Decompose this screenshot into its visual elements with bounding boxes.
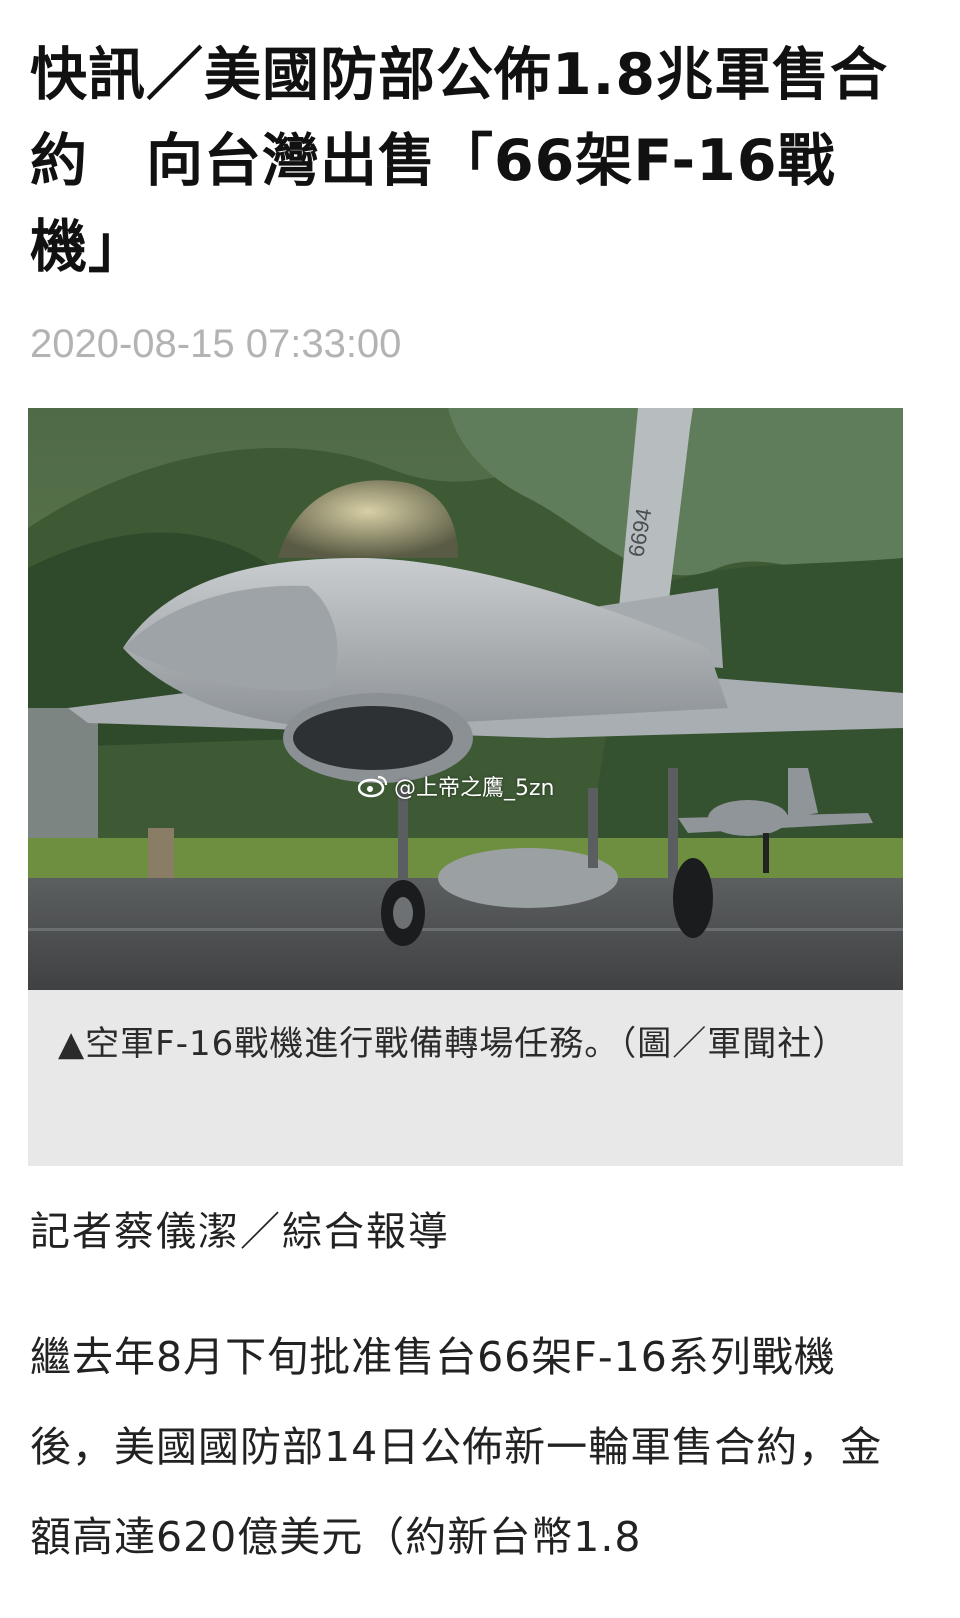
author-byline: 記者蔡儀潔／綜合報導 [30,1209,450,1255]
publish-timestamp: 2020-08-15 07:33:00 [30,322,402,366]
photo-caption-box: ▲空軍F-16戰機進行戰備轉場任務。（圖／軍聞社） [28,990,903,1166]
headline: 快訊／美國防部公佈1.8兆軍售合約 向台灣出售「66架F-16戰機」 [30,42,888,280]
weibo-logo-icon [358,775,388,798]
watermark-text: @上帝之鷹_5zn [394,776,555,801]
article-photo[interactable]: 6694 @上帝之鷹_5zn [28,408,903,990]
f16-jet-photo: 6694 [28,408,903,990]
article-body: 繼去年8月下旬批准售台66架F-16系列戰機後，美國國防部14日公佈新一輪軍售合… [30,1333,883,1561]
photo-caption: ▲空軍F-16戰機進行戰備轉場任務。（圖／軍聞社） [58,1024,848,1064]
weibo-watermark: @上帝之鷹_5zn [358,770,555,802]
article: 快訊／美國防部公佈1.8兆軍售合約 向台灣出售「66架F-16戰機」 2020-… [30,0,930,368]
